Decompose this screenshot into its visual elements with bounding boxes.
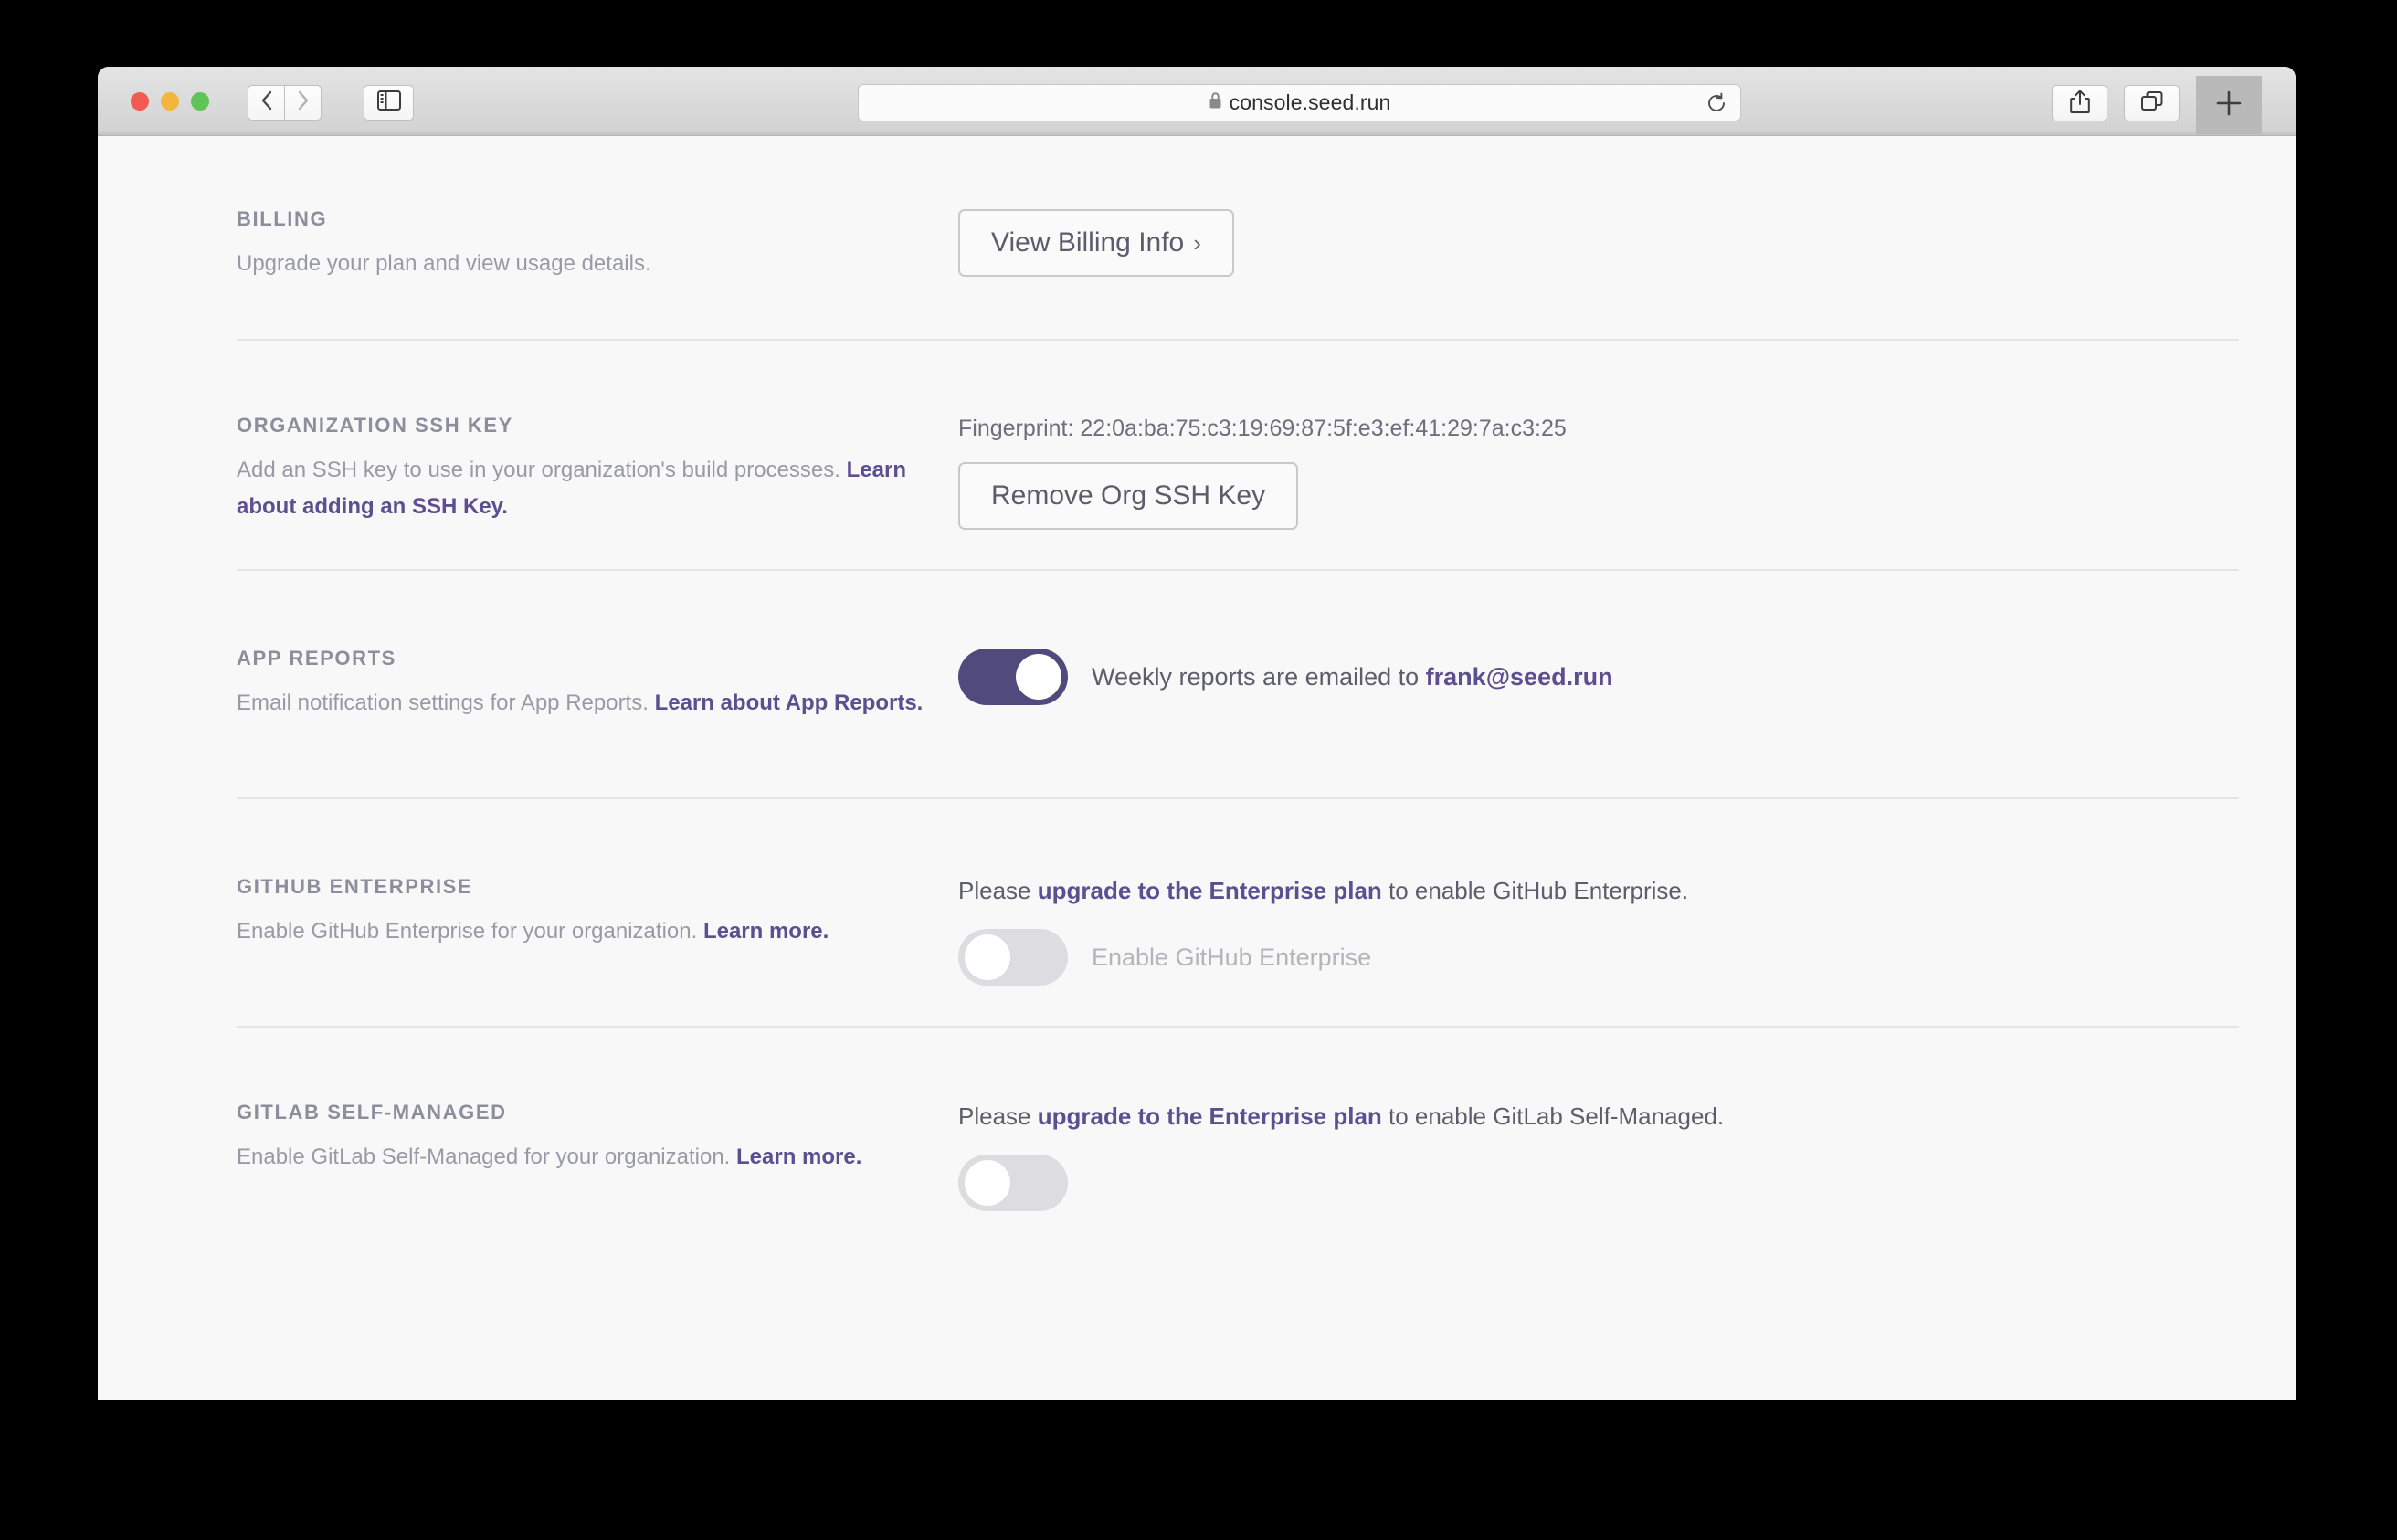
plus-icon	[2213, 88, 2244, 123]
report-email-link[interactable]: frank@seed.run	[1426, 663, 1613, 691]
github-enterprise-toggle-label: Enable GitHub Enterprise	[1092, 943, 1372, 971]
minimize-button[interactable]	[161, 92, 179, 111]
toggle-knob	[1016, 654, 1061, 700]
view-billing-info-button[interactable]: View Billing Info ›	[958, 209, 1234, 277]
github-enterprise-learn-more-link[interactable]: Learn more.	[703, 919, 829, 944]
ssh-description-text: Add an SSH key to use in your organizati…	[237, 458, 847, 482]
section-github-enterprise: GitHub Enterprise Enable GitHub Enterpri…	[98, 799, 2296, 1026]
zoom-button[interactable]	[191, 92, 209, 111]
lock-icon	[1209, 91, 1222, 114]
tab-overview-button[interactable]	[2124, 85, 2180, 121]
section-title-gitlab-self-managed: GitLab Self-Managed	[237, 1101, 507, 1123]
toolbar-right-buttons	[2052, 85, 2180, 121]
remove-org-ssh-key-label: Remove Org SSH Key	[991, 480, 1266, 511]
tab-overview-icon	[2140, 90, 2164, 117]
section-description-ssh: Add an SSH key to use in your organizati…	[237, 452, 931, 525]
url-text: console.seed.run	[1229, 90, 1391, 114]
toggle-knob	[965, 1160, 1010, 1206]
app-reports-toggle-text: Weekly reports are emailed to	[1092, 662, 1426, 691]
close-button[interactable]	[131, 92, 149, 111]
section-description-app-reports: Email notification settings for App Repo…	[237, 685, 931, 722]
share-button[interactable]	[2052, 85, 2107, 121]
sidebar-toggle-button[interactable]	[364, 85, 414, 121]
navigation-buttons	[248, 85, 322, 121]
upgrade-enterprise-plan-link[interactable]: upgrade to the Enterprise plan	[1038, 877, 1382, 904]
section-description-github-enterprise: Enable GitHub Enterprise for your organi…	[237, 913, 931, 950]
app-reports-description-text: Email notification settings for App Repo…	[237, 691, 655, 715]
back-button[interactable]	[248, 85, 284, 121]
chevron-right-icon	[296, 90, 311, 116]
ssh-fingerprint: Fingerprint: 22:0a:ba:75:c3:19:69:87:5f:…	[958, 416, 1567, 441]
reload-icon[interactable]	[1705, 92, 1727, 119]
app-reports-toggle[interactable]	[958, 649, 1068, 705]
section-title-github-enterprise: GitHub Enterprise	[237, 875, 473, 898]
section-billing: Billing Upgrade your plan and view usage…	[98, 136, 2296, 339]
github-enterprise-description-text: Enable GitHub Enterprise for your organi…	[237, 919, 703, 944]
gitlab-learn-more-link[interactable]: Learn more.	[736, 1144, 861, 1169]
browser-window: console.seed.run BILLING Upgrade your pl…	[98, 67, 2296, 1400]
section-app-reports: App Reports Email notification settings …	[98, 571, 2296, 797]
section-description-gitlab-self-managed: Enable GitLab Self-Managed for your orga…	[237, 1139, 931, 1176]
github-enterprise-upgrade-notice: Please upgrade to the Enterprise plan to…	[958, 877, 2241, 905]
window-traffic-lights	[131, 92, 209, 111]
new-tab-button[interactable]	[2196, 76, 2262, 134]
section-organization-ssh-key: Organization SSH Key Add an SSH key to u…	[98, 341, 2296, 569]
section-title-billing: Billing	[237, 207, 328, 230]
address-bar[interactable]: console.seed.run	[858, 84, 1741, 121]
forward-button[interactable]	[284, 85, 322, 121]
notice-suffix: to enable GitHub Enterprise.	[1381, 877, 1689, 904]
github-enterprise-toggle[interactable]	[958, 929, 1068, 986]
section-gitlab-self-managed: GitLab Self-Managed Enable GitLab Self-M…	[98, 1028, 2296, 1211]
sidebar-toggle-icon	[376, 90, 401, 115]
upgrade-enterprise-plan-link[interactable]: upgrade to the Enterprise plan	[1038, 1102, 1382, 1130]
remove-org-ssh-key-button[interactable]: Remove Org SSH Key	[958, 462, 1299, 530]
section-title-app-reports: App Reports	[237, 647, 396, 670]
section-title-ssh: Organization SSH Key	[237, 414, 513, 437]
toggle-knob	[965, 934, 1010, 980]
app-reports-toggle-label: Weekly reports are emailed to frank@seed…	[1092, 663, 1613, 691]
browser-toolbar: console.seed.run	[98, 67, 2296, 136]
gitlab-toggle[interactable]	[958, 1155, 1068, 1211]
section-description-billing: Upgrade your plan and view usage details…	[237, 251, 651, 276]
gitlab-upgrade-notice: Please upgrade to the Enterprise plan to…	[958, 1102, 2241, 1131]
notice-suffix: to enable GitLab Self-Managed.	[1381, 1102, 1725, 1130]
view-billing-info-label: View Billing Info	[991, 227, 1185, 258]
chevron-right-icon: ›	[1193, 228, 1201, 257]
notice-prefix: Please	[958, 1102, 1038, 1130]
gitlab-description-text: Enable GitLab Self-Managed for your orga…	[237, 1144, 736, 1169]
share-icon	[2069, 89, 2091, 119]
learn-about-app-reports-link[interactable]: Learn about App Reports.	[655, 691, 924, 715]
chevron-left-icon	[259, 90, 274, 116]
settings-page: Billing Upgrade your plan and view usage…	[98, 136, 2296, 1400]
notice-prefix: Please	[958, 877, 1038, 904]
